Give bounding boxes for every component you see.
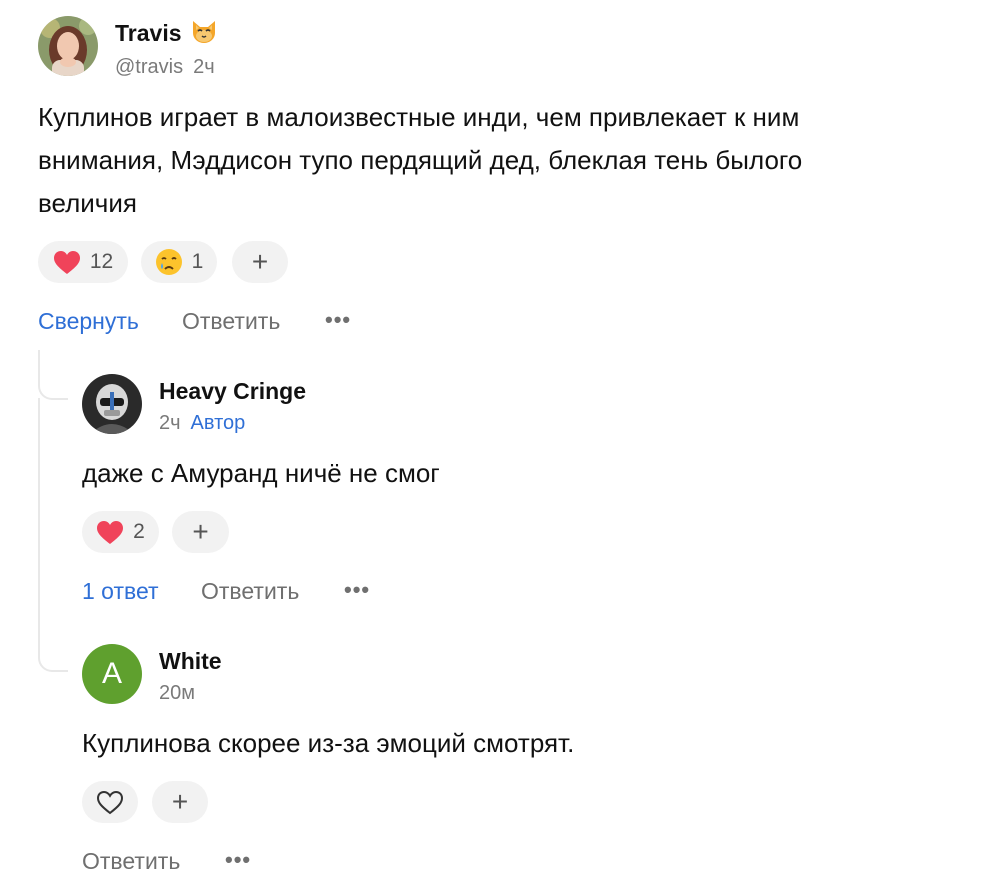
avatar[interactable]: A — [82, 644, 142, 704]
reply-button[interactable]: Ответить — [82, 846, 180, 876]
reaction-heart[interactable]: 2 — [82, 511, 159, 553]
username[interactable]: Travis — [115, 19, 218, 51]
thread-connector — [38, 636, 68, 672]
comment-text: даже с Амуранд ничё не смог — [82, 458, 440, 488]
more-options-icon[interactable]: ••• — [225, 849, 251, 871]
avatar[interactable] — [38, 16, 98, 76]
like-button[interactable] — [82, 781, 138, 823]
add-reaction-button[interactable]: + — [152, 781, 208, 823]
comment-text: Куплинова скорее из-за эмоций смотрят. — [82, 728, 575, 758]
heart-outline-icon — [96, 790, 124, 815]
heart-icon — [96, 520, 124, 545]
reaction-heart[interactable]: 12 — [38, 241, 128, 283]
timestamp: 2ч — [159, 412, 181, 434]
author-badge: Автор — [190, 412, 246, 434]
reaction-count: 1 — [191, 250, 204, 273]
cat-face-icon — [190, 19, 218, 51]
add-reaction-button[interactable]: + — [232, 241, 288, 283]
thread-line — [38, 398, 40, 638]
replies-button[interactable]: 1 ответ — [82, 576, 159, 606]
timestamp: 20м — [159, 682, 195, 704]
reaction-count: 2 — [133, 520, 145, 543]
thread-connector — [38, 350, 68, 400]
avatar[interactable] — [82, 374, 142, 434]
username[interactable]: Heavy Cringe — [159, 377, 306, 405]
plus-icon: + — [171, 786, 189, 817]
add-reaction-button[interactable]: + — [172, 511, 229, 553]
collapse-button[interactable]: Свернуть — [38, 306, 139, 336]
comment-meta: 2ч Автор — [159, 410, 245, 436]
more-options-icon[interactable]: ••• — [325, 309, 351, 331]
comment-text: Куплинов играет в малоизвестные инди, че… — [38, 102, 803, 218]
username[interactable]: White — [159, 647, 222, 675]
reaction-count: 12 — [89, 250, 114, 273]
comment-meta: @travis 2ч — [115, 54, 215, 80]
reply-button[interactable]: Ответить — [182, 306, 280, 336]
crying-face-icon — [155, 248, 183, 276]
more-options-icon[interactable]: ••• — [344, 579, 370, 601]
plus-icon: + — [192, 516, 209, 547]
heart-icon — [53, 250, 81, 275]
timestamp: 2ч — [193, 56, 215, 78]
reply-button[interactable]: Ответить — [201, 576, 299, 606]
user-handle[interactable]: @travis — [115, 56, 183, 78]
comment-meta: 20м — [159, 680, 195, 706]
plus-icon: + — [251, 246, 269, 277]
reaction-crying[interactable]: 1 — [141, 241, 217, 283]
